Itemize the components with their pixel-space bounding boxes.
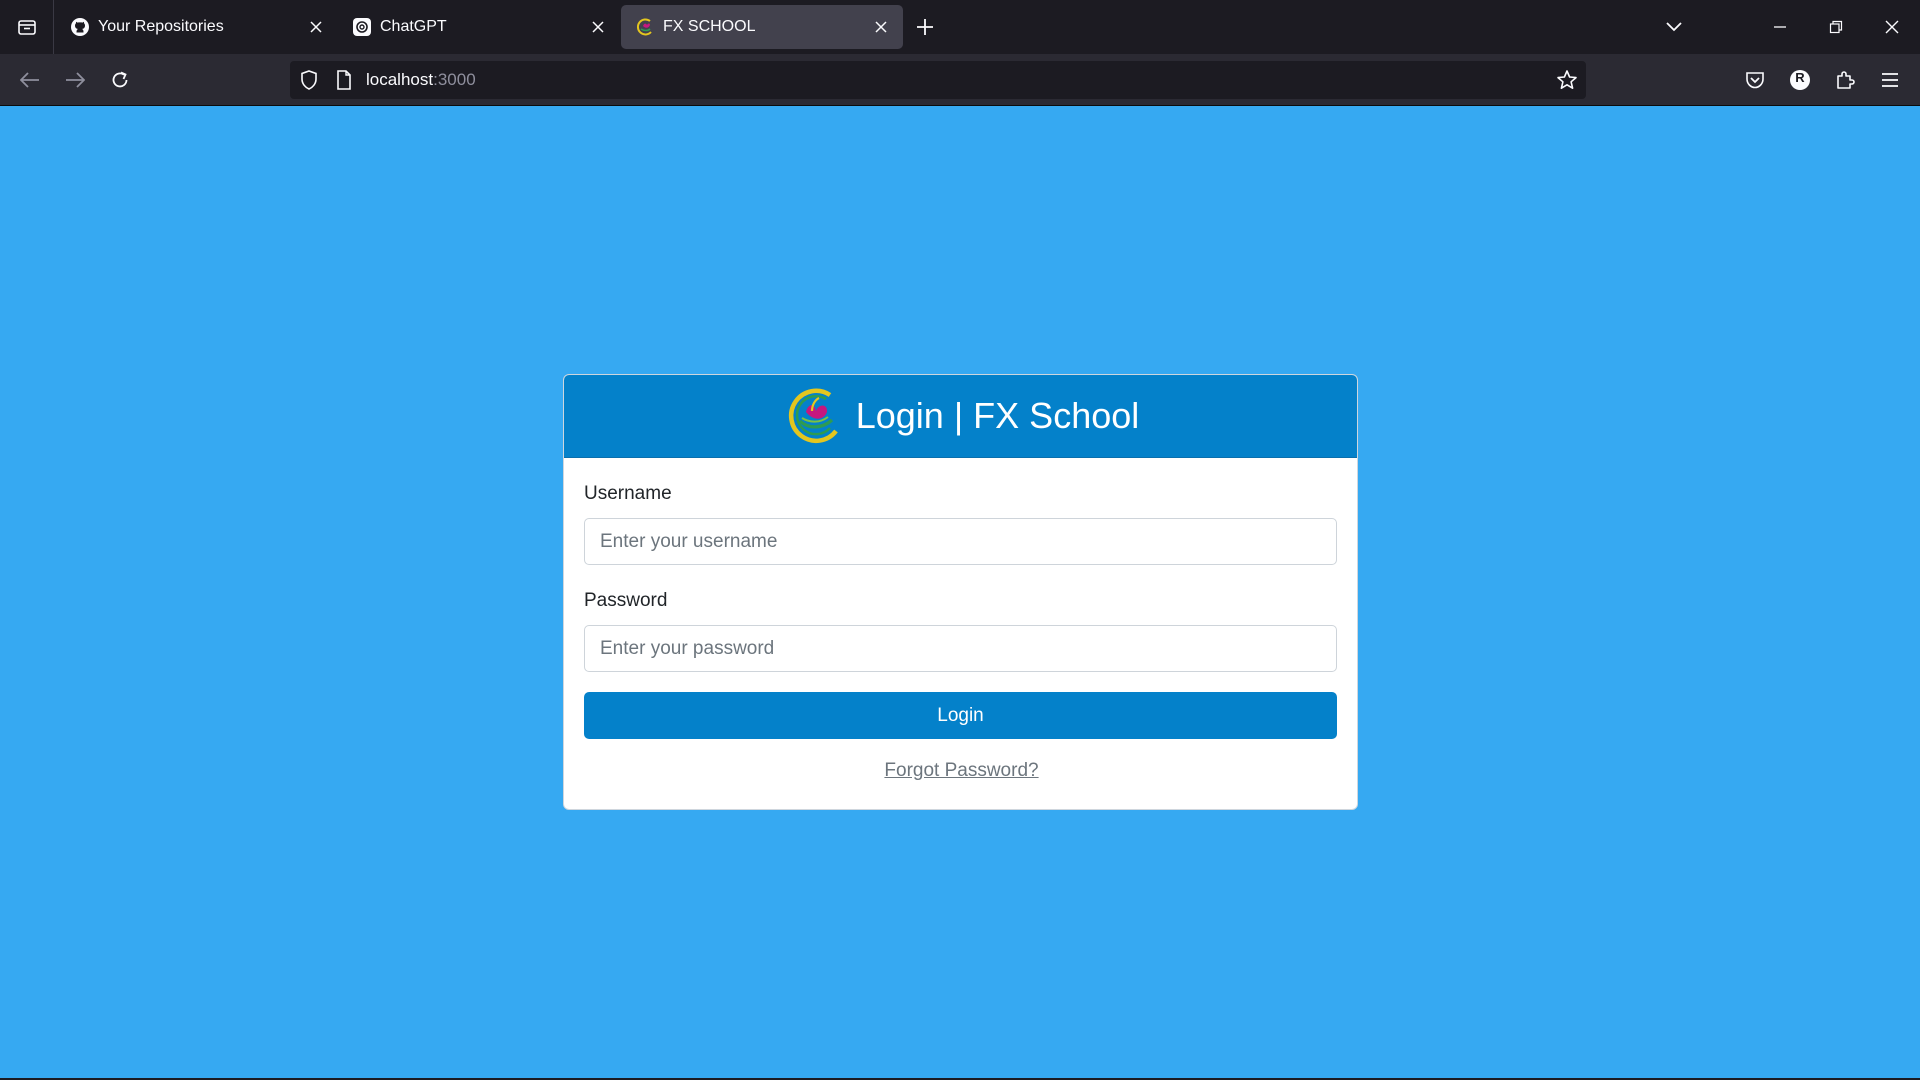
forward-button[interactable] bbox=[59, 64, 91, 96]
navigation-toolbar: localhost:3000 R bbox=[0, 54, 1920, 106]
tab-chatgpt[interactable]: ChatGPT bbox=[338, 5, 620, 49]
plus-icon bbox=[917, 19, 933, 35]
close-window-button[interactable] bbox=[1864, 0, 1920, 54]
tab-title: FX SCHOOL bbox=[663, 18, 756, 35]
url-host: localhost bbox=[366, 70, 434, 89]
new-tab-button[interactable] bbox=[910, 12, 940, 42]
page-content: Login | FX School Username Password Logi… bbox=[0, 106, 1920, 1078]
username-label: Username bbox=[584, 483, 672, 504]
menu-button[interactable] bbox=[1874, 64, 1906, 96]
extensions-button[interactable] bbox=[1829, 64, 1861, 96]
arrow-left-icon bbox=[20, 72, 39, 88]
reload-icon bbox=[112, 71, 128, 88]
password-input[interactable] bbox=[584, 625, 1337, 672]
login-button[interactable]: Login bbox=[584, 692, 1337, 739]
close-icon bbox=[1885, 20, 1899, 34]
github-icon bbox=[70, 17, 90, 37]
fx-school-logo bbox=[788, 388, 838, 443]
address-bar[interactable]: localhost:3000 bbox=[290, 61, 1586, 99]
forgot-password-link[interactable]: Forgot Password? bbox=[564, 760, 1357, 782]
tab-title: ChatGPT bbox=[380, 18, 447, 35]
arrow-right-icon bbox=[66, 72, 85, 88]
firefox-view-button[interactable] bbox=[0, 0, 54, 54]
login-card-header: Login | FX School bbox=[564, 375, 1357, 458]
avatar-initial: R bbox=[1795, 70, 1805, 85]
tab-strip: Your Repositories ChatGPT FX SCHOOL bbox=[0, 0, 1920, 54]
close-tab-icon[interactable] bbox=[306, 17, 326, 37]
shield-icon[interactable] bbox=[300, 70, 318, 95]
minimize-button[interactable] bbox=[1752, 0, 1808, 54]
chatgpt-icon bbox=[352, 17, 372, 37]
restore-button[interactable] bbox=[1808, 0, 1864, 54]
pocket-button[interactable] bbox=[1739, 64, 1771, 96]
login-card: Login | FX School Username Password Logi… bbox=[563, 374, 1358, 810]
list-all-tabs-button[interactable] bbox=[1646, 0, 1702, 54]
chevron-down-icon bbox=[1666, 22, 1682, 32]
back-button[interactable] bbox=[14, 64, 46, 96]
tab-your-repositories[interactable]: Your Repositories bbox=[56, 5, 338, 49]
page-icon[interactable] bbox=[336, 70, 352, 95]
close-tab-icon[interactable] bbox=[871, 17, 891, 37]
url-port: :3000 bbox=[433, 70, 476, 89]
pocket-icon bbox=[1746, 72, 1764, 89]
url-text[interactable]: localhost:3000 bbox=[366, 70, 476, 90]
puzzle-icon bbox=[1837, 71, 1855, 89]
window-controls bbox=[1646, 0, 1920, 54]
page-title: Login | FX School bbox=[855, 395, 1140, 436]
reload-button[interactable] bbox=[104, 64, 136, 96]
tab-title: Your Repositories bbox=[98, 18, 224, 35]
username-input[interactable] bbox=[584, 518, 1337, 565]
firefox-view-icon bbox=[17, 20, 36, 35]
minimize-icon bbox=[1774, 26, 1786, 28]
close-tab-icon[interactable] bbox=[588, 17, 608, 37]
password-label: Password bbox=[584, 590, 668, 611]
tab-fx-school[interactable]: FX SCHOOL bbox=[621, 5, 903, 49]
restore-icon bbox=[1829, 20, 1843, 34]
bookmark-star-icon[interactable] bbox=[1556, 69, 1578, 96]
fx-school-icon bbox=[635, 17, 655, 37]
account-button[interactable]: R bbox=[1784, 64, 1816, 96]
hamburger-menu-icon bbox=[1882, 73, 1898, 87]
